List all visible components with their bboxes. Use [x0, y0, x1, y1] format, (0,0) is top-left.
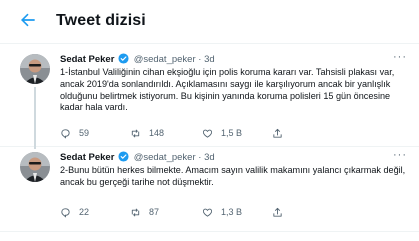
tweet-actions: 22 87 1,3 B — [60, 205, 390, 219]
share-button[interactable] — [272, 126, 283, 140]
tweet[interactable]: Sedat Peker @sedat_peker · 3d ··· 1-İsta… — [0, 49, 419, 149]
reply-icon — [61, 207, 70, 218]
avatar[interactable] — [20, 152, 50, 182]
reply-icon — [61, 128, 70, 139]
more-options-button[interactable]: ··· — [393, 51, 407, 63]
back-button[interactable] — [18, 10, 38, 30]
author-handle[interactable]: @sedat_peker — [134, 152, 196, 163]
arrow-left-icon — [21, 13, 35, 27]
author-name[interactable]: Sedat Peker — [60, 152, 114, 163]
reply-button[interactable]: 59 — [60, 126, 89, 140]
reply-button[interactable]: 22 — [60, 205, 89, 219]
tweet-time[interactable]: 3d — [204, 54, 215, 65]
retweet-icon — [131, 129, 140, 137]
heart-icon — [202, 208, 213, 217]
separator-dot: · — [198, 54, 202, 65]
tweet[interactable]: Sedat Peker @sedat_peker · 3d ··· 2-Bunu… — [0, 147, 419, 232]
more-options-button[interactable]: ··· — [393, 149, 407, 161]
share-button[interactable] — [272, 205, 283, 219]
header: Tweet dizisi — [0, 0, 419, 44]
tweet-text: 1-İstanbul Valiliğinin cihan ekşioğlu iç… — [60, 67, 395, 113]
tweet-time[interactable]: 3d — [204, 152, 215, 163]
thread-connector-line — [34, 87, 36, 149]
tweet-actions: 59 148 1,5 B — [60, 126, 390, 140]
share-icon — [273, 207, 282, 217]
share-icon — [273, 128, 282, 138]
like-button[interactable]: 1,3 B — [202, 205, 242, 219]
heart-icon — [202, 129, 213, 138]
author-handle[interactable]: @sedat_peker — [134, 54, 196, 65]
tweet-header: Sedat Peker @sedat_peker · 3d — [60, 151, 215, 163]
page-title: Tweet dizisi — [56, 12, 146, 29]
avatar-photo-icon — [20, 152, 50, 182]
retweet-count: 87 — [149, 207, 160, 217]
retweet-button[interactable]: 148 — [130, 126, 164, 140]
reply-count: 59 — [79, 128, 90, 138]
reply-count: 22 — [79, 207, 90, 217]
tweet-text: 2-Bunu bütün herkes bilmekte. Amacım say… — [60, 165, 406, 187]
like-button[interactable]: 1,5 B — [202, 126, 242, 140]
separator-dot: · — [198, 152, 202, 163]
tweet-header: Sedat Peker @sedat_peker · 3d — [60, 53, 215, 65]
verified-badge-icon — [118, 53, 129, 64]
retweet-icon — [131, 208, 140, 216]
tweet-thread-page: Tweet dizisi Sedat Peker @sedat_peker · … — [0, 0, 419, 241]
avatar[interactable] — [20, 54, 50, 84]
like-count: 1,5 B — [221, 128, 243, 138]
verified-badge-icon — [118, 151, 129, 162]
retweet-count: 148 — [149, 128, 165, 138]
like-count: 1,3 B — [221, 207, 243, 217]
retweet-button[interactable]: 87 — [130, 205, 159, 219]
author-name[interactable]: Sedat Peker — [60, 54, 114, 65]
avatar-photo-icon — [20, 54, 50, 84]
